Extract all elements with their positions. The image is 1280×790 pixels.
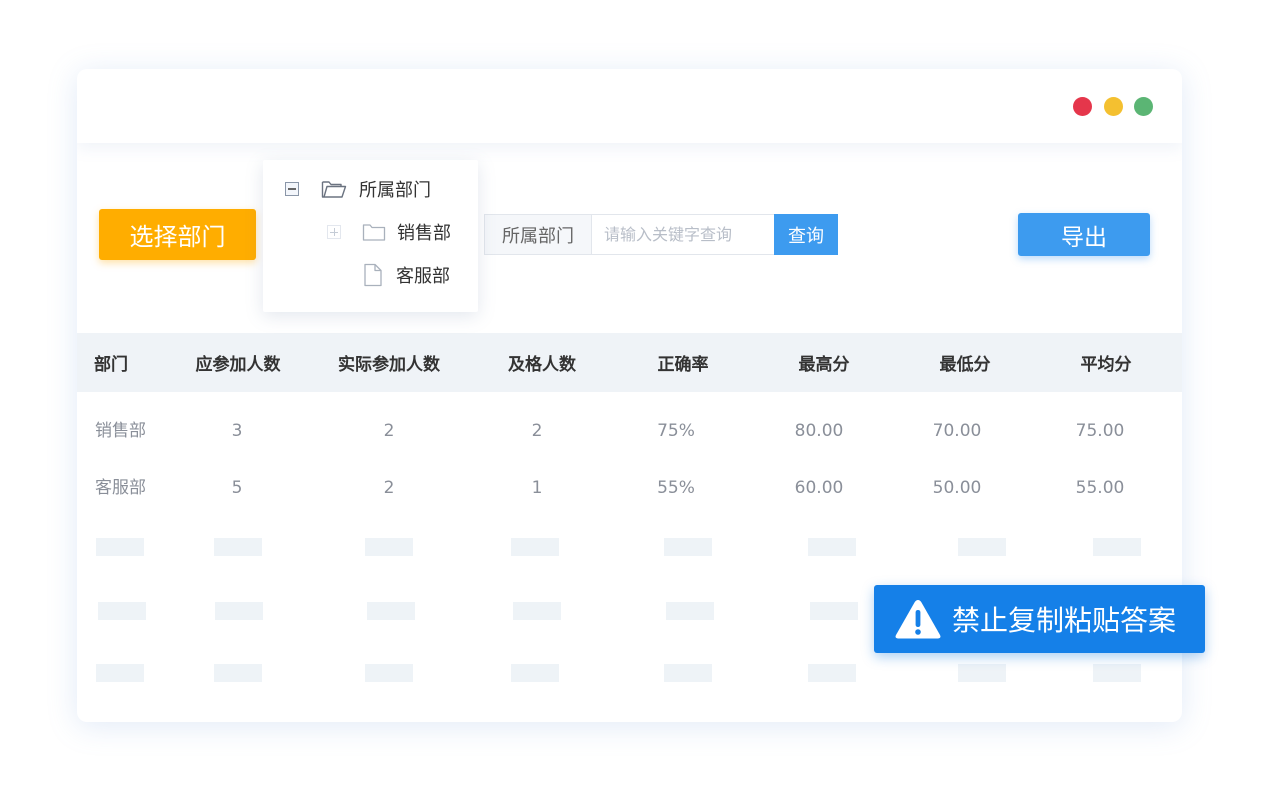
search-field-label: 所属部门 [484, 214, 592, 255]
table-cell: 75.00 [1075, 421, 1125, 441]
tree-node-sales[interactable]: 销售部 [327, 219, 451, 245]
table-cell: 2 [383, 478, 395, 498]
placeholder-cell [958, 538, 1006, 556]
column-header: 最高分 [798, 355, 850, 375]
column-header: 实际参加人数 [338, 355, 440, 375]
placeholder-cell [958, 664, 1006, 682]
table-header: 部门 应参加人数 实际参加人数 及格人数 正确率 最高分 最低分 平均分 [77, 333, 1182, 392]
folder-open-icon [321, 179, 347, 199]
table-cell: 70.00 [932, 421, 982, 441]
placeholder-cell [664, 538, 712, 556]
column-header: 应参加人数 [195, 355, 281, 375]
column-header: 部门 [94, 355, 128, 375]
table-cell: 1 [531, 478, 543, 498]
placeholder-cell [810, 602, 858, 620]
title-bar [77, 69, 1182, 143]
placeholder-cell [664, 664, 712, 682]
placeholder-cell [511, 664, 559, 682]
table-cell: 55.00 [1075, 478, 1125, 498]
table-cell: 75% [657, 421, 695, 441]
placeholder-cell [98, 602, 146, 620]
placeholder-cell [666, 602, 714, 620]
placeholder-cell [214, 538, 262, 556]
placeholder-cell [808, 664, 856, 682]
tree-node-root[interactable]: 所属部门 [285, 176, 431, 202]
department-tree-popup: 所属部门 销售部 客服部 [263, 160, 478, 312]
close-window-dot[interactable] [1073, 97, 1092, 116]
warning-text: 禁止复制粘贴答案 [952, 604, 1177, 637]
warning-icon [894, 598, 942, 640]
placeholder-cell [96, 664, 144, 682]
table-cell: 50.00 [932, 478, 982, 498]
placeholder-cell [367, 602, 415, 620]
placeholder-cell [96, 538, 144, 556]
placeholder-cell [365, 538, 413, 556]
table-cell: 2 [531, 421, 543, 441]
placeholder-cell [215, 602, 263, 620]
placeholder-cell [511, 538, 559, 556]
department-search-group: 所属部门 查询 [484, 214, 838, 255]
placeholder-cell [1093, 664, 1141, 682]
table-cell: 60.00 [794, 478, 844, 498]
tree-node-label: 所属部门 [359, 180, 431, 201]
tree-node-customer-service[interactable]: 客服部 [327, 262, 450, 288]
table-cell: 80.00 [794, 421, 844, 441]
search-input[interactable] [592, 214, 774, 255]
table-cell: 销售部 [95, 421, 146, 441]
table-cell: 2 [383, 421, 395, 441]
placeholder-cell [1093, 538, 1141, 556]
minimize-window-dot[interactable] [1104, 97, 1123, 116]
expand-toggle-icon[interactable] [327, 225, 341, 239]
placeholder-cell [808, 538, 856, 556]
table-cell: 3 [231, 421, 243, 441]
file-icon [363, 263, 383, 287]
tree-node-label: 客服部 [396, 266, 450, 287]
copy-paste-warning-banner: 禁止复制粘贴答案 [874, 585, 1205, 653]
folder-icon [362, 222, 386, 242]
table-cell: 55% [657, 478, 695, 498]
placeholder-cell [214, 664, 262, 682]
query-button[interactable]: 查询 [774, 214, 838, 255]
placeholder-cell [513, 602, 561, 620]
column-header: 正确率 [657, 355, 709, 375]
column-header: 最低分 [939, 355, 991, 375]
table-cell: 5 [231, 478, 243, 498]
export-button[interactable]: 导出 [1018, 213, 1150, 256]
column-header: 平均分 [1080, 355, 1132, 375]
select-department-button[interactable]: 选择部门 [99, 209, 256, 260]
collapse-toggle-icon[interactable] [285, 182, 299, 196]
tree-node-label: 销售部 [397, 223, 451, 244]
table-cell: 客服部 [95, 478, 146, 498]
maximize-window-dot[interactable] [1134, 97, 1153, 116]
column-header: 及格人数 [508, 355, 576, 375]
placeholder-cell [365, 664, 413, 682]
